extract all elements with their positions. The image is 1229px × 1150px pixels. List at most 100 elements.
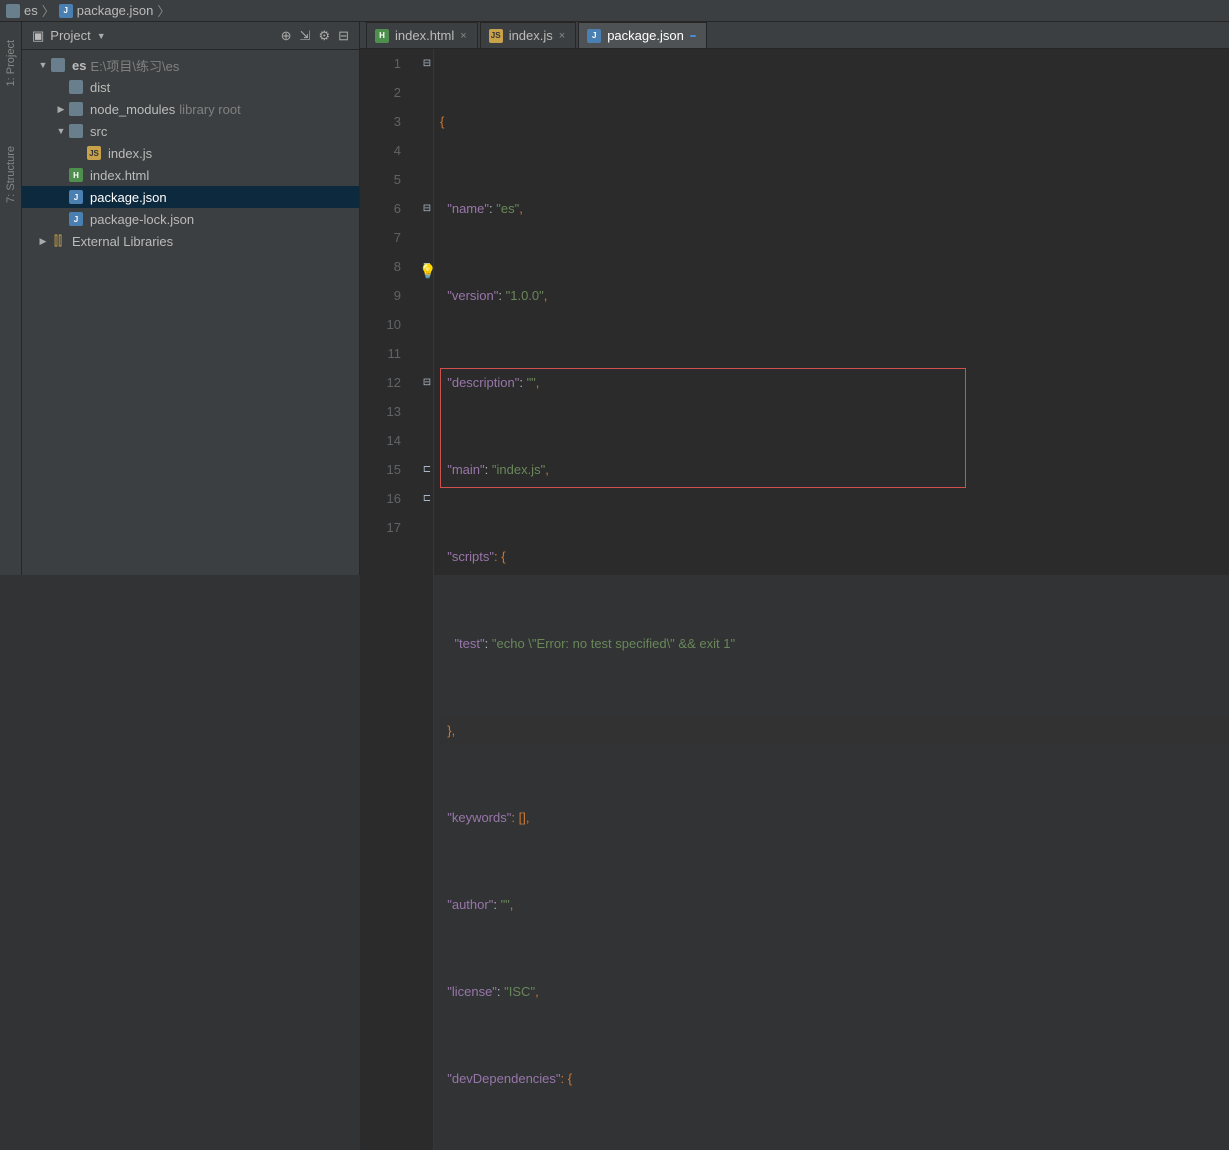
tab-label: package.json <box>607 28 684 43</box>
code-text: , <box>545 462 549 477</box>
code-text: , <box>510 897 514 912</box>
tree-label: package-lock.json <box>90 212 194 227</box>
collapse-icon[interactable]: ⇲ <box>300 28 311 44</box>
tree-label: package.json <box>90 190 167 205</box>
chevron-right-icon[interactable]: ▶ <box>56 104 66 115</box>
line-number: 13 <box>360 397 401 426</box>
breadcrumb-root[interactable]: es <box>24 3 38 18</box>
html-file-icon: H <box>68 167 84 183</box>
tree-node-indexhtml[interactable]: H index.html <box>22 164 359 186</box>
line-number: 14 <box>360 426 401 455</box>
tab-index-html[interactable]: H index.html × <box>366 22 478 48</box>
gear-icon[interactable]: ⚙ <box>318 28 330 44</box>
tree-label: node_modules <box>90 102 175 117</box>
code-content[interactable]: { "name": "es", "version": "1.0.0", "des… <box>434 49 1229 1150</box>
sidebar-title: Project <box>50 28 90 43</box>
tab-index-js[interactable]: JS index.js × <box>480 22 577 48</box>
tree-node-dist[interactable]: dist <box>22 76 359 98</box>
hide-icon[interactable]: ⊟ <box>338 28 349 44</box>
code-text: "devDependencies" <box>440 1071 561 1086</box>
tree-external-libraries[interactable]: ▶ ⫿⫿ External Libraries <box>22 230 359 252</box>
fold-close-icon[interactable]: ⊏ <box>422 493 432 503</box>
tree-label: index.html <box>90 168 149 183</box>
line-number: 15 <box>360 455 401 484</box>
tab-label: index.js <box>509 28 553 43</box>
code-text: , <box>535 984 539 999</box>
library-root-tag: library root <box>179 102 240 117</box>
line-number: 7 <box>360 223 401 252</box>
code-text: : <box>485 636 492 651</box>
tree-root[interactable]: ▼ es E:\项目\练习\es <box>22 54 359 76</box>
project-tree: ▼ es E:\项目\练习\es dist ▶ node_modules lib… <box>22 50 359 252</box>
code-text: , <box>526 810 530 825</box>
folder-icon <box>6 4 20 18</box>
libraries-icon: ⫿⫿ <box>50 233 66 249</box>
line-number: 1 <box>360 49 401 78</box>
tab-package-json[interactable]: J package.json <box>578 22 707 48</box>
tree-label: dist <box>90 80 110 95</box>
line-number: 5 <box>360 165 401 194</box>
close-icon[interactable]: × <box>460 30 466 42</box>
chevron-right-icon: 〉 <box>42 1 55 20</box>
close-icon[interactable]: × <box>559 30 565 42</box>
code-text: "" <box>501 897 510 912</box>
line-number-gutter: 1 2 3 4 5 6 7 8 9 10 11 12 13 14 15 16 1… <box>360 49 420 1150</box>
line-number: 4 <box>360 136 401 165</box>
code-text: "echo \"Error: no test specified\" && ex… <box>492 636 735 651</box>
js-file-icon: JS <box>86 145 102 161</box>
chevron-down-icon[interactable]: ▼ <box>97 31 106 41</box>
code-text: , <box>544 288 548 303</box>
rail-project[interactable]: 1: Project <box>5 40 17 86</box>
rail-structure[interactable]: 7: Structure <box>5 146 17 203</box>
json-file-icon: J <box>587 29 601 43</box>
tree-root-path: E:\项目\练习\es <box>90 56 179 75</box>
code-text: , <box>536 375 540 390</box>
line-number: 12 <box>360 368 401 397</box>
locate-icon[interactable]: ⊕ <box>281 28 292 44</box>
modified-indicator-icon[interactable] <box>690 35 696 37</box>
fold-close-icon[interactable]: ⊏ <box>422 464 432 474</box>
code-text: : { <box>561 1071 573 1086</box>
tree-node-node-modules[interactable]: ▶ node_modules library root <box>22 98 359 120</box>
code-text: "license" <box>440 984 497 999</box>
tree-label: index.js <box>108 146 152 161</box>
editor-tabs: H index.html × JS index.js × J package.j… <box>360 22 1229 49</box>
code-text: "index.js" <box>492 462 545 477</box>
code-text: : <box>485 462 492 477</box>
breadcrumb-file[interactable]: package.json <box>77 3 154 18</box>
json-file-icon: J <box>68 189 84 205</box>
tree-node-src[interactable]: ▼ src <box>22 120 359 142</box>
tree-node-indexjs[interactable]: JS index.js <box>22 142 359 164</box>
line-number: 2 <box>360 78 401 107</box>
fold-open-icon[interactable]: ⊟ <box>422 203 432 213</box>
tree-root-name: es <box>72 58 86 73</box>
chevron-down-icon[interactable]: ▼ <box>56 126 66 136</box>
folder-icon <box>68 101 84 117</box>
json-file-icon: J <box>59 4 73 18</box>
tab-label: index.html <box>395 28 454 43</box>
line-number: 11 <box>360 339 401 368</box>
code-text: : { <box>494 549 506 564</box>
tree-node-packagejson[interactable]: J package.json <box>22 186 359 208</box>
code-text: : <box>498 288 505 303</box>
chevron-down-icon[interactable]: ▼ <box>38 60 48 70</box>
fold-gutter: ⊟ ⊟ ⊏ ⊟ ⊏ ⊏ 💡 <box>420 49 434 1150</box>
line-number: 17 <box>360 513 401 542</box>
folder-icon <box>68 123 84 139</box>
tree-label: External Libraries <box>72 234 173 249</box>
code-text: "description" <box>440 375 519 390</box>
line-number: 9 <box>360 281 401 310</box>
tree-node-packagelock[interactable]: J package-lock.json <box>22 208 359 230</box>
code-editor[interactable]: 1 2 3 4 5 6 7 8 9 10 11 12 13 14 15 16 1… <box>360 49 1229 1150</box>
code-text: "name" <box>440 201 489 216</box>
fold-open-icon[interactable]: ⊟ <box>422 377 432 387</box>
line-number: 6 <box>360 194 401 223</box>
code-text: "1.0.0" <box>506 288 544 303</box>
folder-icon <box>50 57 66 73</box>
json-file-icon: J <box>68 211 84 227</box>
chevron-right-icon[interactable]: ▶ <box>38 236 48 247</box>
code-text: "main" <box>440 462 485 477</box>
fold-open-icon[interactable]: ⊟ <box>422 58 432 68</box>
breadcrumb: es 〉 J package.json 〉 <box>0 0 1229 22</box>
code-text: : <box>519 375 526 390</box>
